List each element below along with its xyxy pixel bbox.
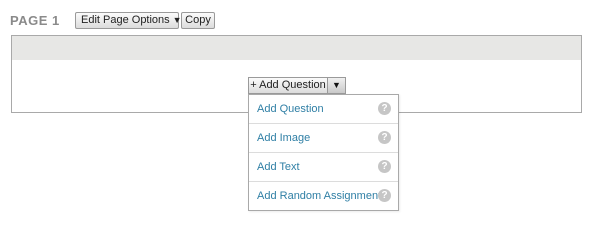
menu-item-add-question[interactable]: Add Question ?: [249, 95, 398, 124]
page-header-band: [12, 36, 581, 60]
menu-item-label: Add Random Assignment: [257, 190, 382, 202]
menu-item-add-image[interactable]: Add Image ?: [249, 124, 398, 153]
edit-page-options-button[interactable]: Edit Page Options ▼: [75, 12, 182, 29]
menu-item-label: Add Question: [257, 103, 324, 115]
help-icon[interactable]: ?: [378, 189, 391, 202]
caret-down-icon: ▼: [332, 80, 341, 90]
add-menu-dropdown: Add Question ? Add Image ? Add Text ? Ad…: [248, 94, 399, 211]
menu-item-label: Add Text: [257, 161, 300, 173]
add-question-button[interactable]: + Add Question: [248, 77, 328, 94]
edit-page-options-label: Edit Page Options: [81, 14, 170, 26]
help-icon[interactable]: ?: [378, 160, 391, 173]
copy-page-button[interactable]: Copy: [181, 12, 215, 29]
help-icon[interactable]: ?: [378, 131, 391, 144]
help-icon[interactable]: ?: [378, 102, 391, 115]
menu-item-label: Add Image: [257, 132, 311, 144]
page-title: PAGE 1: [10, 13, 60, 28]
menu-item-add-random-assignment[interactable]: Add Random Assignment ?: [249, 182, 398, 211]
add-question-dropdown-toggle[interactable]: ▼: [328, 77, 346, 94]
menu-item-add-text[interactable]: Add Text ?: [249, 153, 398, 182]
